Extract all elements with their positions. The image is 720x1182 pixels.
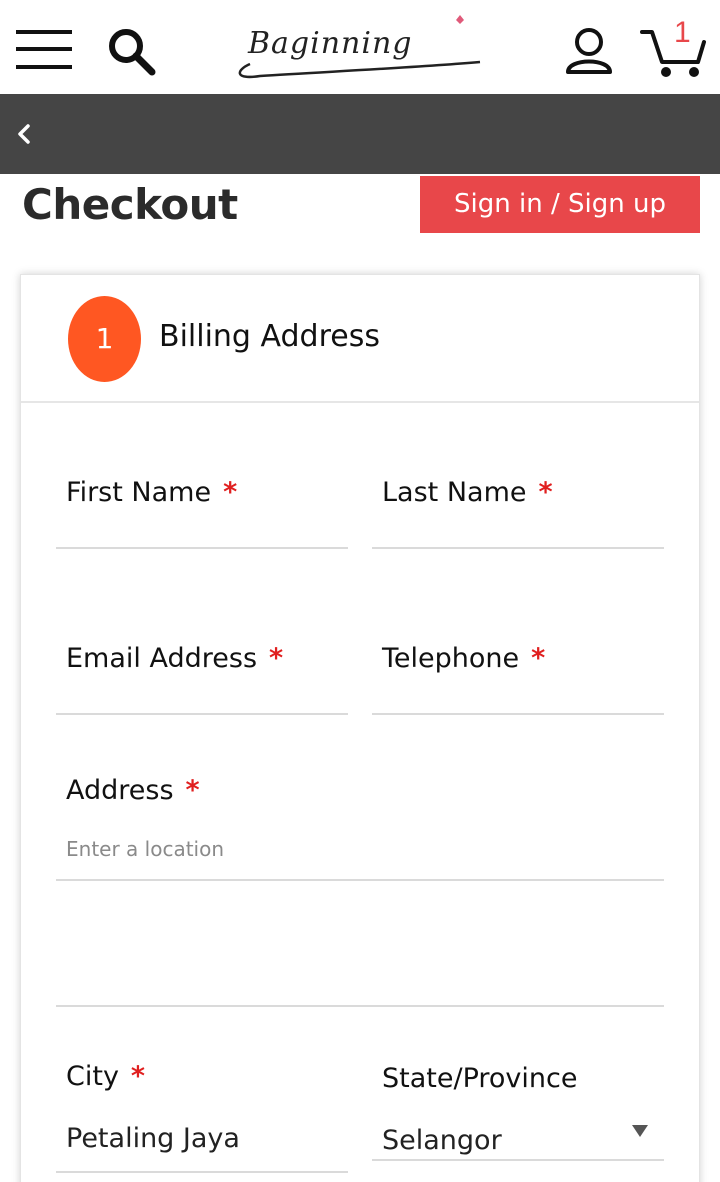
state-underline <box>372 1159 664 1161</box>
last-name-underline <box>372 547 664 549</box>
required-asterisk: * <box>538 477 553 508</box>
address-underline <box>56 879 664 881</box>
cart-count-badge: 1 <box>674 16 691 49</box>
state-select[interactable]: Selangor <box>382 1125 502 1156</box>
top-header: Baginning 1 <box>0 0 720 94</box>
required-asterisk: * <box>223 477 238 508</box>
telephone-label: Telephone * <box>382 643 545 674</box>
telephone-underline <box>372 713 664 715</box>
address-line-2-field[interactable] <box>56 965 664 1005</box>
telephone-field[interactable] <box>372 681 664 713</box>
shopping-cart-icon[interactable]: 1 <box>640 16 708 80</box>
first-name-field[interactable] <box>56 515 348 547</box>
brand-logo[interactable]: Baginning <box>230 12 486 84</box>
required-asterisk: * <box>130 1061 146 1092</box>
step-number-badge: 1 <box>68 296 141 382</box>
required-asterisk: * <box>269 643 284 674</box>
billing-card-header: 1 Billing Address <box>21 275 699 403</box>
last-name-label-text: Last Name <box>382 477 527 508</box>
brand-logo-text: Baginning <box>248 26 413 61</box>
address-placeholder[interactable]: Enter a location <box>66 837 224 861</box>
city-field[interactable]: Petaling Jaya <box>66 1123 240 1154</box>
sign-in-sign-up-button[interactable]: Sign in / Sign up <box>420 176 700 233</box>
city-label-text: City <box>66 1061 119 1092</box>
email-label: Email Address * <box>66 643 283 674</box>
email-underline <box>56 713 348 715</box>
first-name-underline <box>56 547 348 549</box>
section-title: Billing Address <box>159 319 380 354</box>
menu-icon[interactable] <box>16 30 72 70</box>
user-account-icon[interactable] <box>562 26 616 76</box>
last-name-field[interactable] <box>372 515 664 547</box>
search-icon[interactable] <box>106 26 160 78</box>
dropdown-caret-icon[interactable] <box>632 1125 648 1137</box>
last-name-label: Last Name * <box>382 477 553 508</box>
first-name-label: First Name * <box>66 477 237 508</box>
address-label: Address * <box>66 775 200 806</box>
email-field[interactable] <box>56 681 348 713</box>
required-asterisk: * <box>185 775 200 806</box>
required-asterisk: * <box>531 643 546 674</box>
email-label-text: Email Address <box>66 643 258 674</box>
address-line-2-underline <box>56 1005 664 1007</box>
billing-card: 1 Billing Address First Name * Last Name *… <box>20 274 700 1182</box>
city-underline <box>56 1171 348 1173</box>
address-label-text: Address <box>66 775 174 806</box>
back-chevron-icon[interactable] <box>10 116 40 152</box>
state-label: State/Province <box>382 1063 578 1094</box>
page-title: Checkout <box>22 180 238 229</box>
first-name-label-text: First Name <box>66 477 212 508</box>
telephone-label-text: Telephone <box>382 643 520 674</box>
nav-bar <box>0 94 720 174</box>
city-label: City * <box>66 1061 145 1092</box>
